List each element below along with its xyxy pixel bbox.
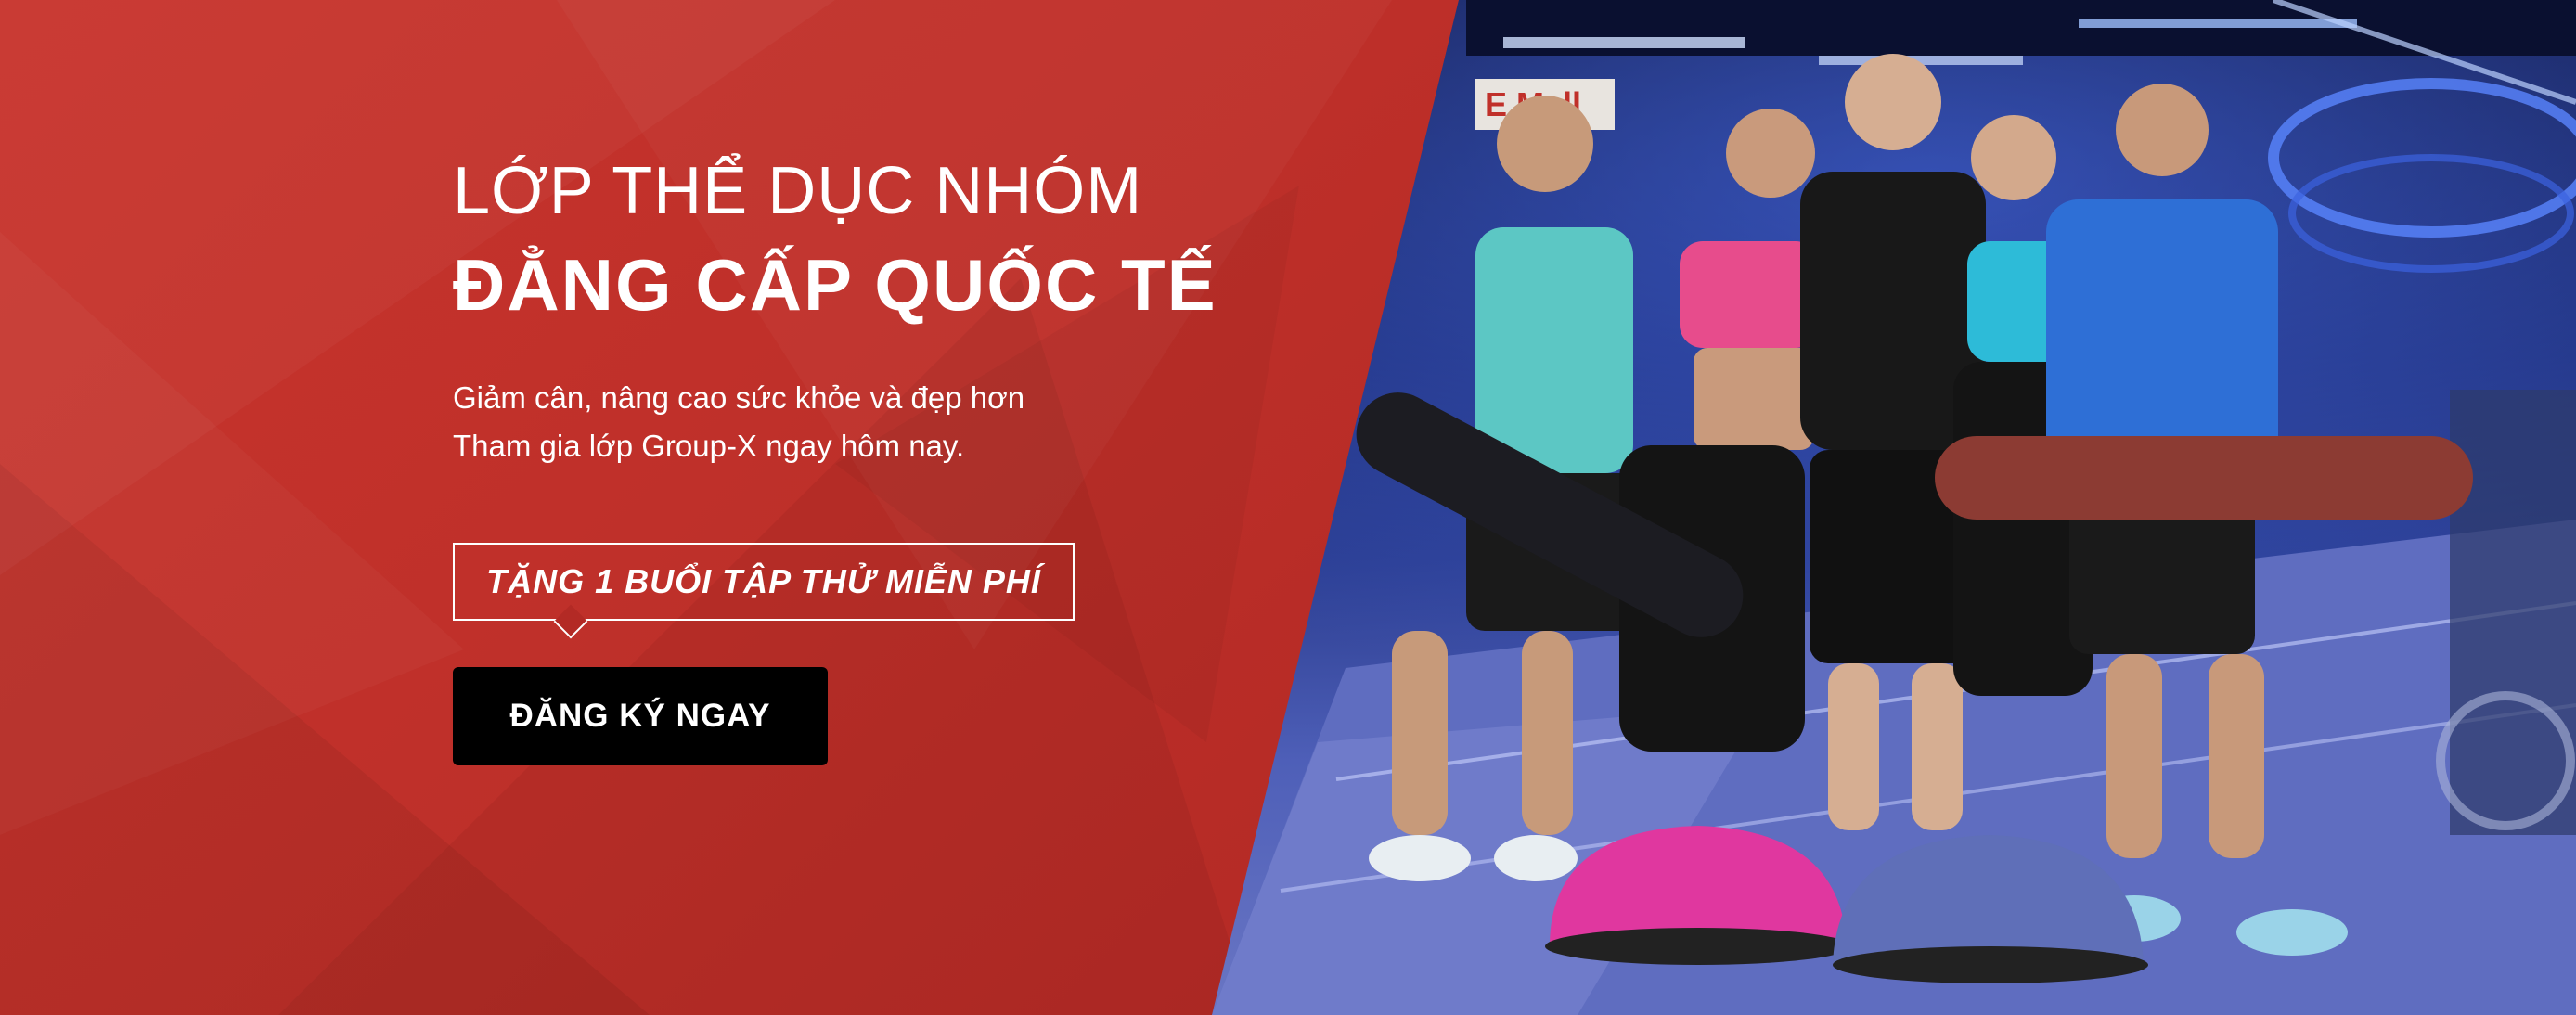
hero-content: LỚP THỂ DỤC NHÓM ĐẲNG CẤP QUỐC TẾ Giảm c…	[453, 153, 1381, 765]
promo-label: TẶNG 1 BUỔI TẬP THỬ MIỄN PHÍ	[486, 562, 1041, 600]
promo-callout: TẶNG 1 BUỔI TẬP THỬ MIỄN PHÍ	[453, 543, 1075, 639]
speech-bubble-tail	[553, 604, 588, 639]
subtitle: Giảm cân, nâng cao sức khỏe và đẹp hơn T…	[453, 374, 1381, 470]
register-now-button[interactable]: ĐĂNG KÝ NGAY	[453, 667, 828, 765]
headline-line-1: LỚP THỂ DỤC NHÓM	[453, 154, 1143, 228]
headline-line-2: ĐẲNG CẤP QUỐC TẾ	[453, 244, 1217, 326]
subtitle-line-1: Giảm cân, nâng cao sức khỏe và đẹp hơn	[453, 380, 1025, 415]
subtitle-line-2: Tham gia lớp Group-X ngay hôm nay.	[453, 429, 965, 463]
hero-banner: E Mall	[0, 0, 2576, 1015]
